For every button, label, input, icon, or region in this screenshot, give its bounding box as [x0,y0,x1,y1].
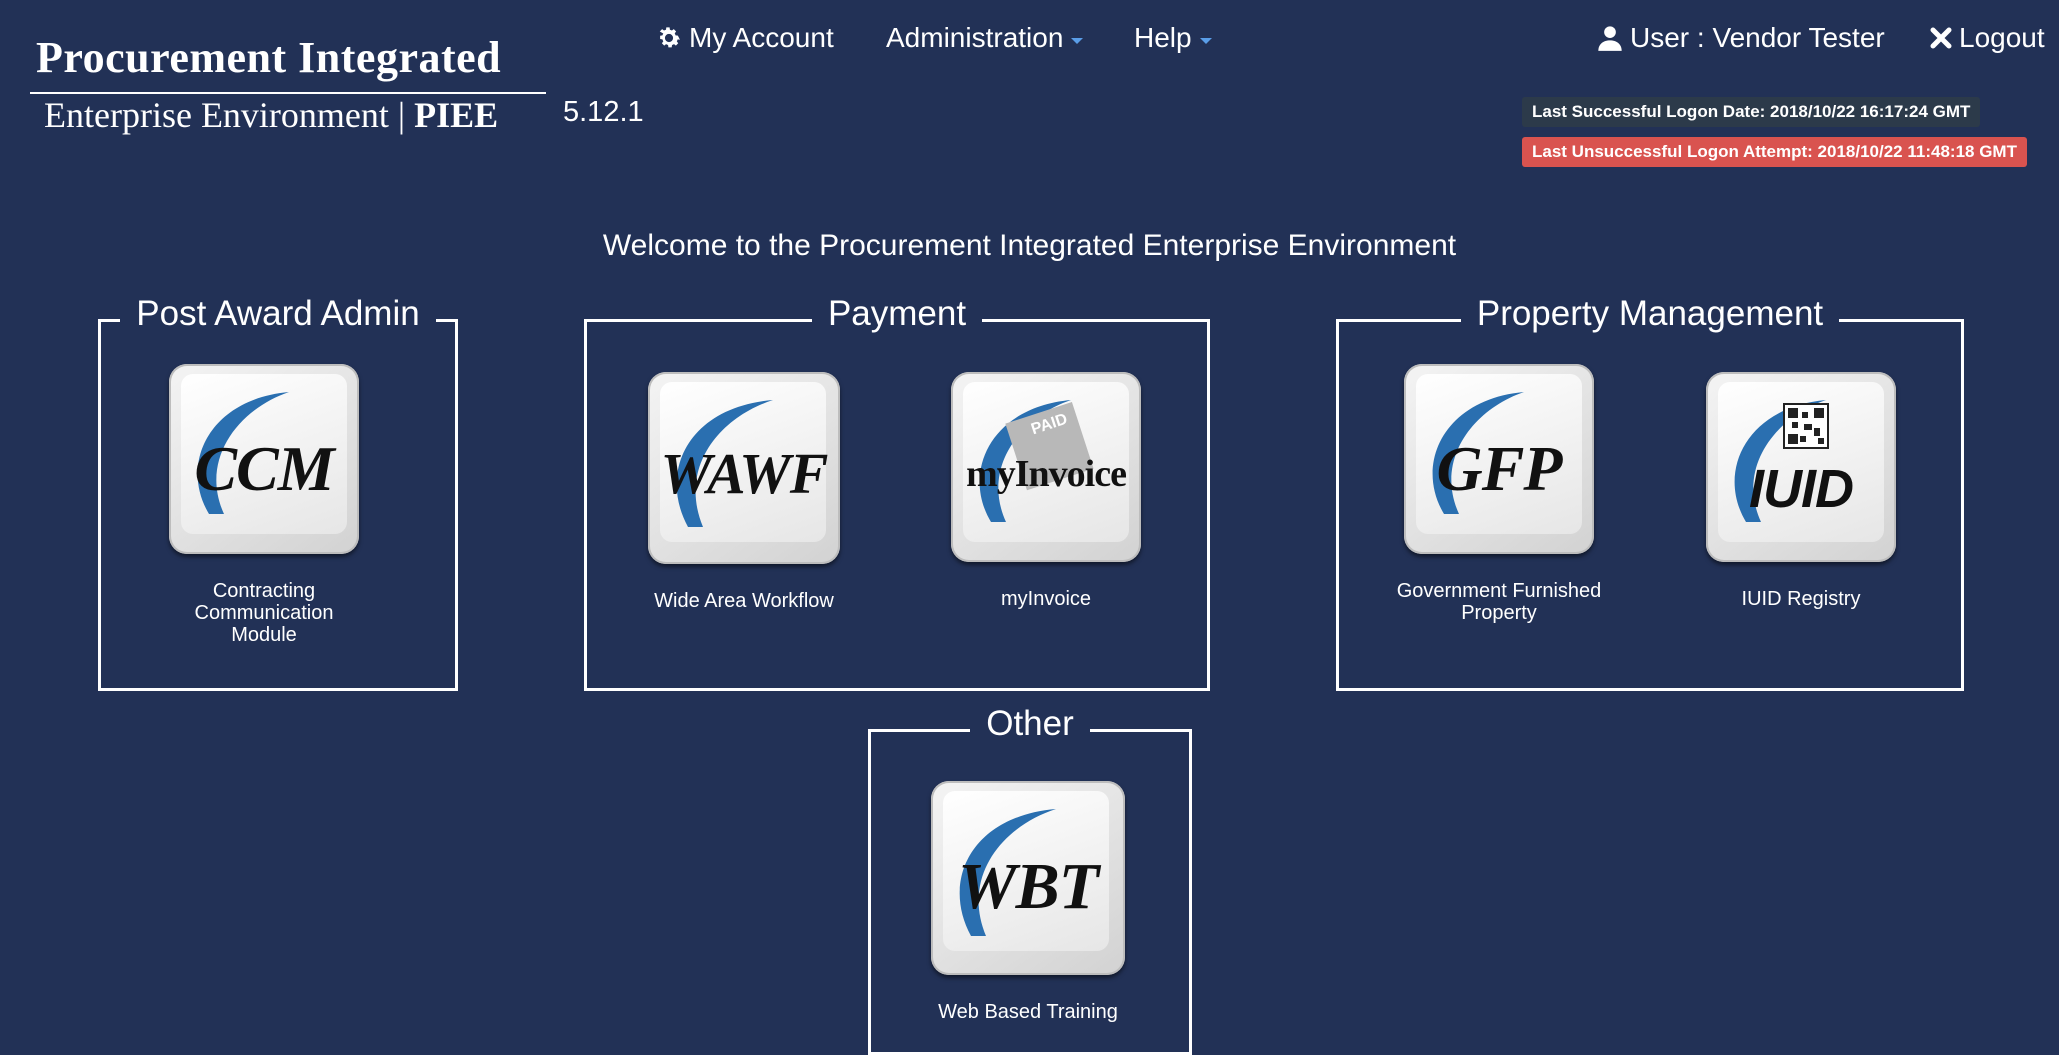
app-tile-caption: Contracting Communication Module [162,580,366,646]
app-tile-wawf[interactable]: WAWF Wide Area Workflow [624,372,864,612]
app-tile-caption: myInvoice [1000,588,1092,610]
group-title: Post Award Admin [120,294,436,333]
logout-label: Logout [1959,22,2045,53]
caption-line: Property [1461,602,1537,624]
logo-acronym: PIEE [414,95,499,135]
caption-line: Government Furnished [1396,580,1602,602]
app-tile-myinvoice[interactable]: PAID myInvoice myInvoice [932,372,1160,610]
myinvoice-app-icon: PAID myInvoice [951,372,1141,562]
wawf-key-label: WAWF [660,441,829,506]
user-icon [1598,26,1622,51]
logo-title-line2: Enterprise Environment | PIEE [44,94,498,136]
app-tile-caption: Web Based Training [938,1001,1118,1023]
myinvoice-key-label: myInvoice [966,453,1127,495]
logo-title-line1: Procurement Integrated [36,33,502,82]
logout-link[interactable]: Logout [1929,22,2045,54]
group-title: Other [970,704,1090,743]
iuid-key-label: IUID [1749,459,1854,519]
wbt-key-label: WBT [957,850,1099,923]
nav-my-account[interactable]: My Account [655,22,834,54]
app-tile-wbt[interactable]: WBT Web Based Training [930,781,1126,1023]
group-title-wrap: Payment [587,294,1207,334]
group-title-wrap: Property Management [1339,294,1961,334]
nav-help-menu[interactable]: Help [1134,22,1212,54]
gfp-app-icon: GFP [1404,364,1594,554]
last-unsuccessful-logon-badge: Last Unsuccessful Logon Attempt: 2018/10… [1522,137,2027,167]
last-successful-logon-badge: Last Successful Logon Date: 2018/10/22 1… [1522,97,1981,127]
app-tile-gfp[interactable]: GFP Government Furnished Property [1384,364,1614,624]
wawf-app-icon: WAWF [648,372,840,564]
ccm-key-label: CCM [194,433,334,504]
caption-line: Communication Module [194,602,334,646]
app-tile-caption: Government Furnished Property [1384,580,1614,624]
version-number: 5.12.1 [563,96,644,128]
welcome-message: Welcome to the Procurement Integrated En… [602,229,1457,262]
app-tile-ccm[interactable]: CCM Contracting Communication Module [162,364,366,646]
logo-line2-text: Enterprise Environment | [44,95,415,135]
app-tile-caption: IUID Registry [1741,588,1861,610]
nav-user[interactable]: User : Vendor Tester [1596,22,1885,54]
gear-icon [659,27,680,48]
group-title-wrap: Other [871,704,1189,744]
nav-user-label: User : Vendor Tester [1630,22,1885,53]
close-icon [1930,27,1952,49]
wbt-app-icon: WBT [931,781,1125,975]
nav-help-label: Help [1134,22,1192,53]
chevron-down-icon [1199,38,1212,44]
nav-administration-label: Administration [886,22,1064,53]
group-title: Property Management [1460,294,1840,333]
nav-administration-menu[interactable]: Administration [886,22,1084,54]
chevron-down-icon [1071,38,1084,44]
group-title: Payment [811,294,983,333]
app-tile-iuid-registry[interactable]: IUID IUID Registry [1686,372,1916,610]
iuid-app-icon: IUID [1706,372,1896,562]
group-title-wrap: Post Award Admin [101,294,455,334]
gfp-key-label: GFP [1436,433,1563,504]
caption-line: Contracting [212,580,316,602]
nav-my-account-label: My Account [689,22,834,53]
piee-logo[interactable]: Procurement Integrated Enterprise Enviro… [30,30,590,140]
app-tile-caption: Wide Area Workflow [654,590,834,612]
ccm-app-icon: CCM [169,364,359,554]
